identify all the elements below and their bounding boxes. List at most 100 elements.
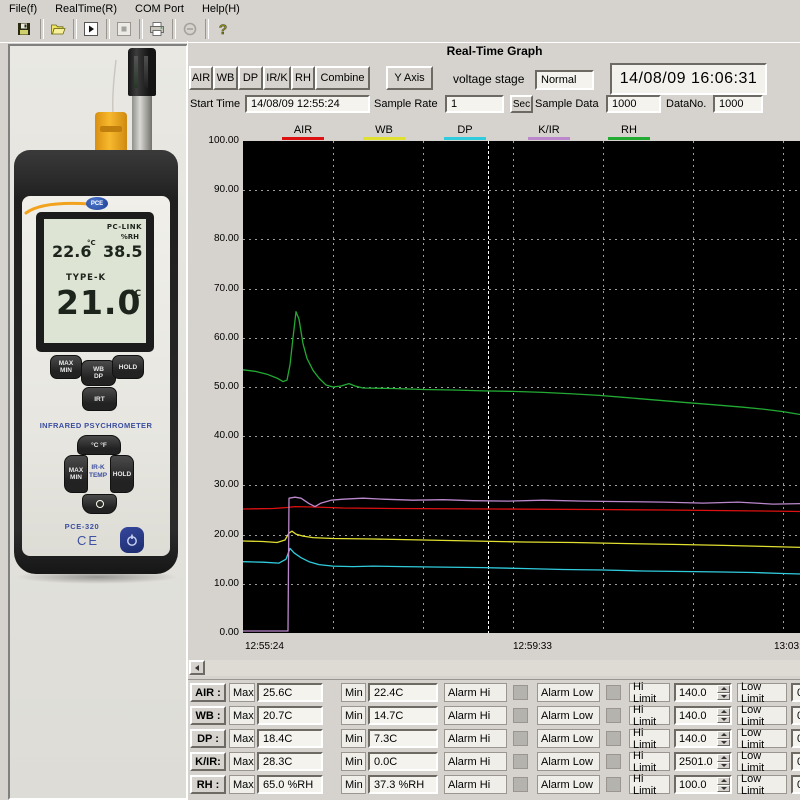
legend-color-bar <box>282 137 324 140</box>
menu-item-filef[interactable]: File(f) <box>0 2 46 16</box>
legend-color-bar <box>608 137 650 140</box>
sample-rate-field[interactable]: 1 <box>445 95 504 113</box>
y-tick-label: 30.00 <box>188 479 239 490</box>
spinner-arrows <box>717 754 730 769</box>
channel-toggle-combine[interactable]: Combine <box>315 66 370 90</box>
channel-button[interactable]: K/IR: <box>190 752 226 771</box>
voltage-stage-value: Normal <box>535 70 594 90</box>
help-button[interactable]: ? <box>209 18 236 40</box>
spin-down-icon[interactable] <box>717 739 730 747</box>
spin-up-icon[interactable] <box>717 754 730 762</box>
channel-button[interactable]: DP : <box>190 729 226 748</box>
hi-limit-value: 100.0 <box>676 777 717 792</box>
device-key-wb-dp: WB DP <box>81 360 116 386</box>
hi-limit-value: 140.0 <box>676 731 717 746</box>
spin-down-icon[interactable] <box>717 716 730 724</box>
start-realtime-button[interactable] <box>77 18 104 40</box>
low-limit-label: Low Limit <box>737 683 787 702</box>
record-stop-button[interactable] <box>176 18 203 40</box>
y-tick-label: 90.00 <box>188 184 239 195</box>
lcd-wet-temp: 22.6 <box>52 242 91 261</box>
alarm-low-label: Alarm Low <box>537 775 600 794</box>
y-tick-label: 70.00 <box>188 283 239 294</box>
menu-item-helph[interactable]: Help(H) <box>193 2 249 16</box>
alarm-hi-label: Alarm Hi <box>444 706 507 725</box>
toolbar: ? <box>0 17 800 43</box>
spin-up-icon[interactable] <box>717 708 730 716</box>
sample-data-field[interactable]: 1000 <box>606 95 661 113</box>
spin-down-icon[interactable] <box>717 693 730 701</box>
max-label: Max <box>229 775 255 794</box>
low-limit-label: Low Limit <box>737 729 787 748</box>
save-button[interactable] <box>10 18 37 40</box>
start-time-label: Start Time <box>190 98 240 110</box>
device-key-backlight <box>82 494 117 514</box>
alarm-low-label: Alarm Low <box>537 752 600 771</box>
sample-rate-label: Sample Rate <box>374 98 438 110</box>
hi-limit-value: 2501.0 <box>676 754 717 769</box>
alarm-hi-label: Alarm Hi <box>444 775 507 794</box>
device-model-text: PCE-320 <box>42 522 122 531</box>
legend-color-bar <box>444 137 486 140</box>
alarm-low-label: Alarm Low <box>537 706 600 725</box>
lcd-humidity-unit: %RH <box>121 233 139 241</box>
stop-realtime-button[interactable] <box>110 18 137 40</box>
hi-limit-spinner[interactable]: 2501.0 <box>674 752 732 771</box>
y-tick-label: 10.00 <box>188 578 239 589</box>
channel-toggle-dp[interactable]: DP <box>238 66 263 90</box>
device-key-hold-2: HOLD <box>110 455 134 493</box>
legend-item-kir: K/IR <box>521 124 577 136</box>
max-value: 18.4C <box>257 729 323 748</box>
lcd-humidity-value: 38.5 <box>103 242 142 261</box>
print-button[interactable] <box>143 18 170 40</box>
device-face: PCE PC-LINK %RH 22.6 °C 38.5 TYPE-K 21.0… <box>22 196 170 556</box>
power-button <box>120 527 144 553</box>
series-line-wb <box>243 531 800 547</box>
hi-limit-spinner[interactable]: 100.0 <box>674 775 732 794</box>
channel-button[interactable]: RH : <box>190 775 226 794</box>
min-value: 0.0C <box>368 752 438 771</box>
channel-toggle-rh[interactable]: RH <box>291 66 315 90</box>
y-tick-label: 100.00 <box>188 135 239 146</box>
alarm-low-label: Alarm Low <box>537 729 600 748</box>
channel-toggle-wb[interactable]: WB <box>213 66 238 90</box>
lcd-main-temp: 21.0 <box>56 283 141 322</box>
hi-limit-label: Hi Limit <box>629 752 670 771</box>
menu-item-comport[interactable]: COM Port <box>126 2 193 16</box>
channel-toggle-irk[interactable]: IR/K <box>263 66 291 90</box>
device-key-irt: IRT <box>82 387 117 411</box>
chart-plot[interactable] <box>243 141 800 633</box>
alarm-low-lamp <box>606 685 621 700</box>
save-icon <box>16 21 32 37</box>
sec-button[interactable]: Sec <box>510 95 533 113</box>
menu-item-realtimer[interactable]: RealTime(R) <box>46 2 126 16</box>
channel-button[interactable]: WB : <box>190 706 226 725</box>
y-axis-button[interactable]: Y Axis <box>386 66 433 90</box>
data-no-field: 1000 <box>713 95 763 113</box>
stats-table: AIR : Max 25.6C Min 22.4C Alarm Hi Alarm… <box>188 679 800 800</box>
series-line-rh <box>243 312 800 415</box>
spin-down-icon[interactable] <box>717 785 730 793</box>
scroll-left-button[interactable] <box>189 660 205 675</box>
channel-button[interactable]: AIR : <box>190 683 226 702</box>
min-label: Min <box>341 706 366 725</box>
spin-down-icon[interactable] <box>717 762 730 770</box>
spin-up-icon[interactable] <box>717 777 730 785</box>
channel-toggle-air[interactable]: AIR <box>189 66 213 90</box>
hi-limit-spinner[interactable]: 140.0 <box>674 729 732 748</box>
y-tick-label: 20.00 <box>188 529 239 540</box>
lcd-probe-type: TYPE-K <box>66 273 106 283</box>
hi-limit-spinner[interactable]: 140.0 <box>674 683 732 702</box>
table-row: AIR : Max 25.6C Min 22.4C Alarm Hi Alarm… <box>188 683 800 703</box>
spin-up-icon[interactable] <box>717 685 730 693</box>
device-key-celsius-fahrenheit: °C °F <box>77 435 121 455</box>
horizontal-scrollbar[interactable] <box>188 660 800 676</box>
open-button[interactable] <box>44 18 71 40</box>
low-limit-label: Low Limit <box>737 775 787 794</box>
lcd-screen: PC-LINK %RH 22.6 °C 38.5 TYPE-K 21.0 °C <box>44 219 146 343</box>
series-line-kir <box>243 497 800 631</box>
spin-up-icon[interactable] <box>717 731 730 739</box>
clock-display: 14/08/09 16:06:31 <box>610 63 767 95</box>
hi-limit-spinner[interactable]: 140.0 <box>674 706 732 725</box>
power-icon <box>125 533 139 547</box>
